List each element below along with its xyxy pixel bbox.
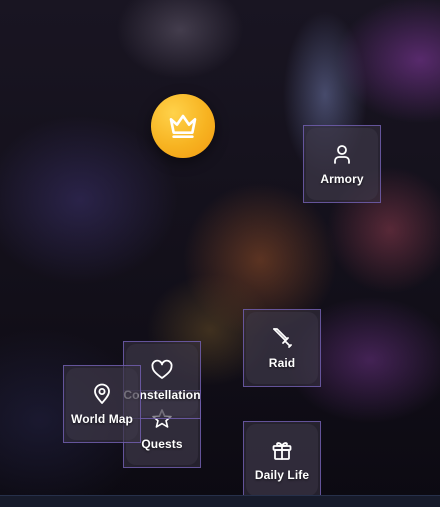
bottom-bar bbox=[0, 495, 440, 507]
gift-icon bbox=[270, 438, 294, 462]
armory-button[interactable]: Armory bbox=[303, 125, 381, 203]
quests-label: Quests bbox=[141, 437, 183, 451]
raid-label: Raid bbox=[268, 356, 296, 370]
heart-icon bbox=[150, 358, 174, 382]
raid-button[interactable]: Raid bbox=[243, 309, 321, 387]
map-pin-icon bbox=[90, 382, 114, 406]
world-map-label: World Map bbox=[70, 412, 133, 426]
daily-life-button[interactable]: Daily Life bbox=[243, 421, 321, 499]
sword-icon bbox=[270, 326, 294, 350]
daily-life-label: Daily Life bbox=[254, 468, 310, 482]
armory-label: Armory bbox=[320, 172, 364, 186]
crown-button[interactable] bbox=[151, 94, 215, 158]
crown-icon bbox=[167, 110, 199, 142]
user-icon bbox=[330, 142, 354, 166]
world-map-button[interactable]: World Map bbox=[63, 365, 141, 443]
